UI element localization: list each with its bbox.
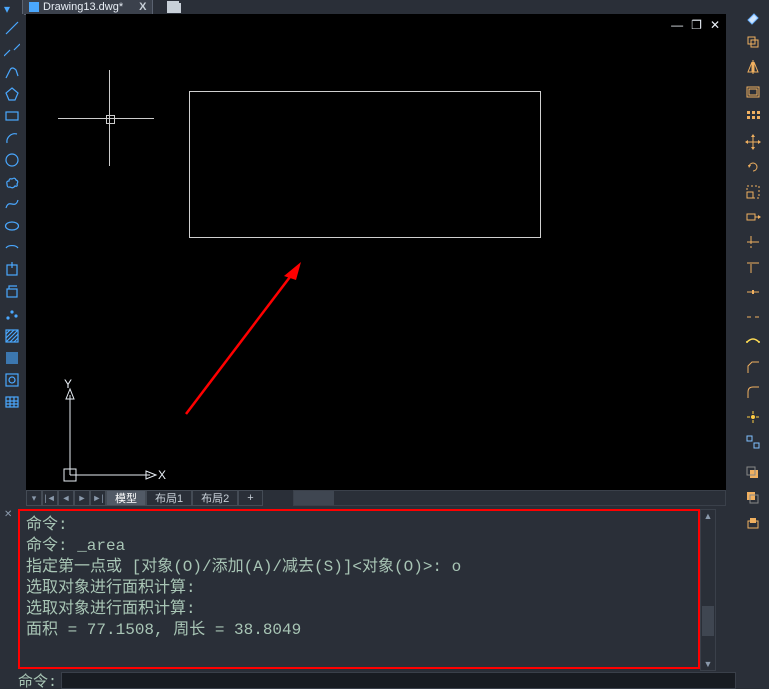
circle-tool[interactable] <box>2 150 22 170</box>
revcloud-tool[interactable] <box>2 172 22 192</box>
command-history[interactable]: 命令: 命令: _area 指定第一点或 [对象(O)/添加(A)/减去(S)]… <box>18 509 700 669</box>
eraser-icon[interactable] <box>742 6 764 28</box>
copy-icon[interactable] <box>742 31 764 53</box>
draworder-above-icon[interactable] <box>742 512 764 534</box>
ucs-y-label: Y <box>64 377 72 391</box>
new-document-icon[interactable] <box>167 1 181 13</box>
layout-tab-layout2[interactable]: 布局2 <box>192 490 238 506</box>
drawn-rectangle[interactable] <box>189 91 541 238</box>
command-prompt: 命令: <box>0 670 61 689</box>
rectangle-tool[interactable] <box>2 106 22 126</box>
arc-tool[interactable] <box>2 128 22 148</box>
app-root: ▾ Drawing13.dwg* X <box>0 0 769 689</box>
cmd-line: 命令: _area <box>26 537 125 555</box>
extend-icon[interactable] <box>742 256 764 278</box>
layout-tab-label: 模型 <box>115 490 137 506</box>
command-line: 命令: <box>0 672 736 689</box>
rotate-icon[interactable] <box>742 156 764 178</box>
layout-tab-label: + <box>247 492 253 504</box>
cmd-line: 面积 = 77.1508, 周长 = 38.8049 <box>26 621 301 639</box>
ellipse-arc-tool[interactable] <box>2 238 22 258</box>
command-history-scrollbar[interactable]: ▲ ▼ <box>700 509 716 671</box>
layout-hscrollbar[interactable] <box>293 490 726 506</box>
layout-nav-next-icon[interactable]: ► <box>74 490 90 506</box>
cmd-line: 命令: <box>26 516 68 534</box>
document-tab[interactable]: Drawing13.dwg* X <box>22 0 153 15</box>
layout-hscroll-thumb[interactable] <box>294 491 334 505</box>
cmd-line: 选取对象进行面积计算: <box>26 579 196 597</box>
spline-tool[interactable] <box>2 194 22 214</box>
move-icon[interactable] <box>742 131 764 153</box>
viewport-close-icon[interactable]: ✕ <box>710 18 720 32</box>
polyline-tool[interactable] <box>2 62 22 82</box>
ellipse-tool[interactable] <box>2 216 22 236</box>
ucs-x-label: X <box>158 468 166 482</box>
region-tool[interactable] <box>2 370 22 390</box>
break-at-point-icon[interactable] <box>742 281 764 303</box>
break-icon[interactable] <box>742 306 764 328</box>
layout-tab-model[interactable]: 模型 <box>106 490 146 506</box>
align-icon[interactable] <box>742 431 764 453</box>
make-block-tool[interactable] <box>2 282 22 302</box>
insert-block-tool[interactable] <box>2 260 22 280</box>
stretch-icon[interactable] <box>742 206 764 228</box>
layout-tab-add[interactable]: + <box>238 490 262 506</box>
tabbar-dropdown-icon[interactable]: ▾ <box>4 2 14 12</box>
command-panel-close-icon[interactable]: ✕ <box>4 509 12 520</box>
cmd-line: 指定第一点或 [对象(O)/添加(A)/减去(S)]<对象(O)>: o <box>26 558 461 576</box>
cmd-line: 选取对象进行面积计算: <box>26 600 196 618</box>
modify-toolbar <box>736 0 769 689</box>
scroll-down-icon[interactable]: ▼ <box>701 658 715 670</box>
layout-nav-prev-icon[interactable]: ◄ <box>58 490 74 506</box>
scale-icon[interactable] <box>742 181 764 203</box>
draworder-back-icon[interactable] <box>742 487 764 509</box>
gradient-tool[interactable] <box>2 348 22 368</box>
scroll-up-icon[interactable]: ▲ <box>701 510 715 522</box>
fillet-icon[interactable] <box>742 381 764 403</box>
viewport-window-buttons: — ❐ ✕ <box>671 18 720 32</box>
command-input[interactable] <box>61 672 736 689</box>
document-tab-label: Drawing13.dwg* <box>43 1 123 13</box>
draw-toolbar <box>0 14 24 417</box>
layout-tab-label: 布局2 <box>201 490 229 506</box>
explode-icon[interactable] <box>742 406 764 428</box>
mirror-icon[interactable] <box>742 56 764 78</box>
draworder-front-icon[interactable] <box>742 462 764 484</box>
command-history-panel: ✕ 命令: 命令: _area 指定第一点或 [对象(O)/添加(A)/减去(S… <box>0 507 736 672</box>
offset-icon[interactable] <box>742 81 764 103</box>
layout-nav-last-icon[interactable]: ►| <box>90 490 106 506</box>
array-icon[interactable] <box>742 106 764 128</box>
polygon-tool[interactable] <box>2 84 22 104</box>
chamfer-icon[interactable] <box>742 356 764 378</box>
drawing-canvas[interactable]: — ❐ ✕ Y X <box>26 14 726 490</box>
scroll-thumb[interactable] <box>702 606 714 636</box>
document-tab-close-icon[interactable]: X <box>139 1 146 13</box>
viewport-minimize-icon[interactable]: — <box>671 18 683 32</box>
line-tool[interactable] <box>2 18 22 38</box>
ucs-icon: Y X <box>54 383 164 486</box>
table-tool[interactable] <box>2 392 22 412</box>
layout-tab-layout1[interactable]: 布局1 <box>146 490 192 506</box>
layout-tab-label: 布局1 <box>155 490 183 506</box>
point-tool[interactable] <box>2 304 22 324</box>
hatch-tool[interactable] <box>2 326 22 346</box>
dwg-file-icon <box>29 2 39 12</box>
viewport-restore-icon[interactable]: ❐ <box>691 18 702 32</box>
crosshair-pickbox <box>106 115 115 124</box>
document-tabbar: ▾ Drawing13.dwg* X <box>0 0 769 14</box>
xline-tool[interactable] <box>2 40 22 60</box>
layout-nav-dropdown-icon[interactable]: ▾ <box>26 490 42 506</box>
join-icon[interactable] <box>742 331 764 353</box>
trim-icon[interactable] <box>742 231 764 253</box>
layout-nav-first-icon[interactable]: |◄ <box>42 490 58 506</box>
layout-tabbar: ▾ |◄ ◄ ► ►| 模型 布局1 布局2 + <box>26 490 726 506</box>
